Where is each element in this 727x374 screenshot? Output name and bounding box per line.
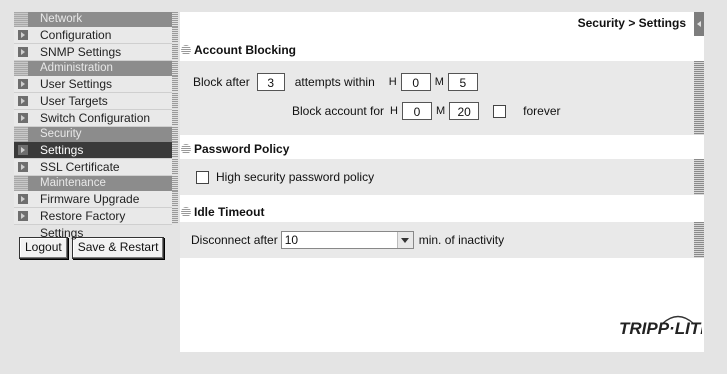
password-policy-panel: High security password policy [180, 159, 704, 195]
logo-text: TRIPP·LITE [619, 319, 702, 337]
high-security-label: High security password policy [216, 170, 375, 184]
block-minutes-label: M [436, 105, 446, 117]
main-panel: Security > Settings Account Blocking Blo… [180, 12, 712, 352]
section-icon [181, 144, 191, 154]
block-after-label: Block after [193, 75, 250, 89]
minutes-input[interactable]: 5 [447, 73, 478, 91]
sidebar-item-label: User Targets [40, 94, 108, 108]
section-title-text: Password Policy [194, 142, 290, 156]
sidebar-section-network: Network [14, 12, 178, 27]
sidebar-item-label: Configuration [40, 28, 112, 42]
footer-strip [180, 352, 727, 374]
high-security-checkbox[interactable] [196, 170, 209, 184]
sidebar-buttons: Logout Save & Restart [14, 237, 172, 259]
inactivity-suffix: min. of inactivity [418, 233, 505, 247]
section-icon [181, 45, 191, 55]
account-blocking-panel: Block after 3 attempts within H 0 M 5 Bl… [180, 61, 704, 135]
sidebar-item-user-settings[interactable]: User Settings [14, 76, 178, 93]
arrow-icon [18, 47, 28, 57]
section-title: Network [40, 13, 83, 25]
arrow-icon [18, 113, 28, 123]
sidebar-item-label: Switch Configuration [40, 111, 151, 125]
section-title: Security [40, 128, 82, 140]
sidebar-item-label: SSL Certificate [40, 160, 120, 174]
sidebar-item-configuration[interactable]: Configuration [14, 27, 178, 44]
block-minutes-input[interactable]: 20 [449, 102, 480, 120]
hours-input[interactable]: 0 [400, 73, 431, 91]
arrow-icon [18, 30, 28, 40]
arrow-icon [18, 211, 28, 221]
sidebar-item-snmp-settings[interactable]: SNMP Settings [14, 44, 178, 61]
sidebar-item-label: Settings [40, 143, 84, 157]
arrow-icon [18, 194, 28, 204]
idle-timeout-panel: Disconnect after 10 min. of inactivity [180, 222, 704, 258]
section-icon [181, 207, 191, 217]
sidebar-item-restore-factory-settings[interactable]: Restore Factory Settings [14, 208, 178, 240]
arrow-icon [18, 145, 28, 155]
forever-checkbox[interactable] [493, 104, 507, 118]
minutes-label: M [434, 76, 444, 88]
tripp-lite-logo: TRIPP·LITE [618, 311, 712, 340]
save-restart-button[interactable]: Save & Restart [71, 237, 165, 259]
sidebar-item-settings[interactable]: Settings [14, 142, 178, 159]
section-title: Administration [40, 62, 113, 74]
chevron-down-icon[interactable] [396, 232, 413, 248]
arrow-icon [18, 162, 28, 172]
attempts-within-label: attempts within [294, 75, 375, 89]
section-title-text: Idle Timeout [194, 205, 265, 219]
attempts-input[interactable]: 3 [256, 73, 285, 91]
sidebar-item-user-targets[interactable]: User Targets [14, 93, 178, 110]
collapse-arrow-icon[interactable] [694, 12, 704, 36]
disconnect-after-label: Disconnect after [191, 233, 278, 247]
password-policy-title: Password Policy [180, 142, 289, 156]
block-hours-input[interactable]: 0 [402, 102, 432, 120]
sidebar-item-label: User Settings [40, 77, 113, 91]
idle-timeout-select[interactable]: 10 [280, 231, 414, 249]
forever-label: forever [523, 104, 561, 118]
arrow-icon [18, 79, 28, 89]
sidebar-section-administration: Administration [14, 61, 178, 76]
idle-timeout-title: Idle Timeout [180, 205, 264, 219]
account-blocking-title: Account Blocking [180, 43, 296, 57]
block-hours-label: H [390, 105, 398, 117]
idle-timeout-value: 10 [284, 233, 299, 247]
sidebar: Network Configuration SNMP Settings Admi… [14, 12, 178, 259]
section-title-text: Account Blocking [194, 43, 297, 57]
sidebar-section-security: Security [14, 127, 178, 142]
sidebar-item-label: SNMP Settings [40, 45, 122, 59]
hours-label: H [388, 76, 397, 88]
sidebar-section-maintenance: Maintenance [14, 176, 178, 191]
sidebar-item-ssl-certificate[interactable]: SSL Certificate [14, 159, 178, 176]
sidebar-item-switch-configuration[interactable]: Switch Configuration [14, 110, 178, 127]
sidebar-item-firmware-upgrade[interactable]: Firmware Upgrade [14, 191, 178, 208]
sidebar-item-label: Firmware Upgrade [40, 192, 140, 206]
section-title: Maintenance [40, 177, 106, 189]
sidebar-item-label: Restore Factory Settings [40, 209, 126, 240]
block-account-for-label: Block account for [292, 104, 385, 118]
breadcrumb: Security > Settings [577, 16, 686, 30]
arrow-icon [18, 96, 28, 106]
